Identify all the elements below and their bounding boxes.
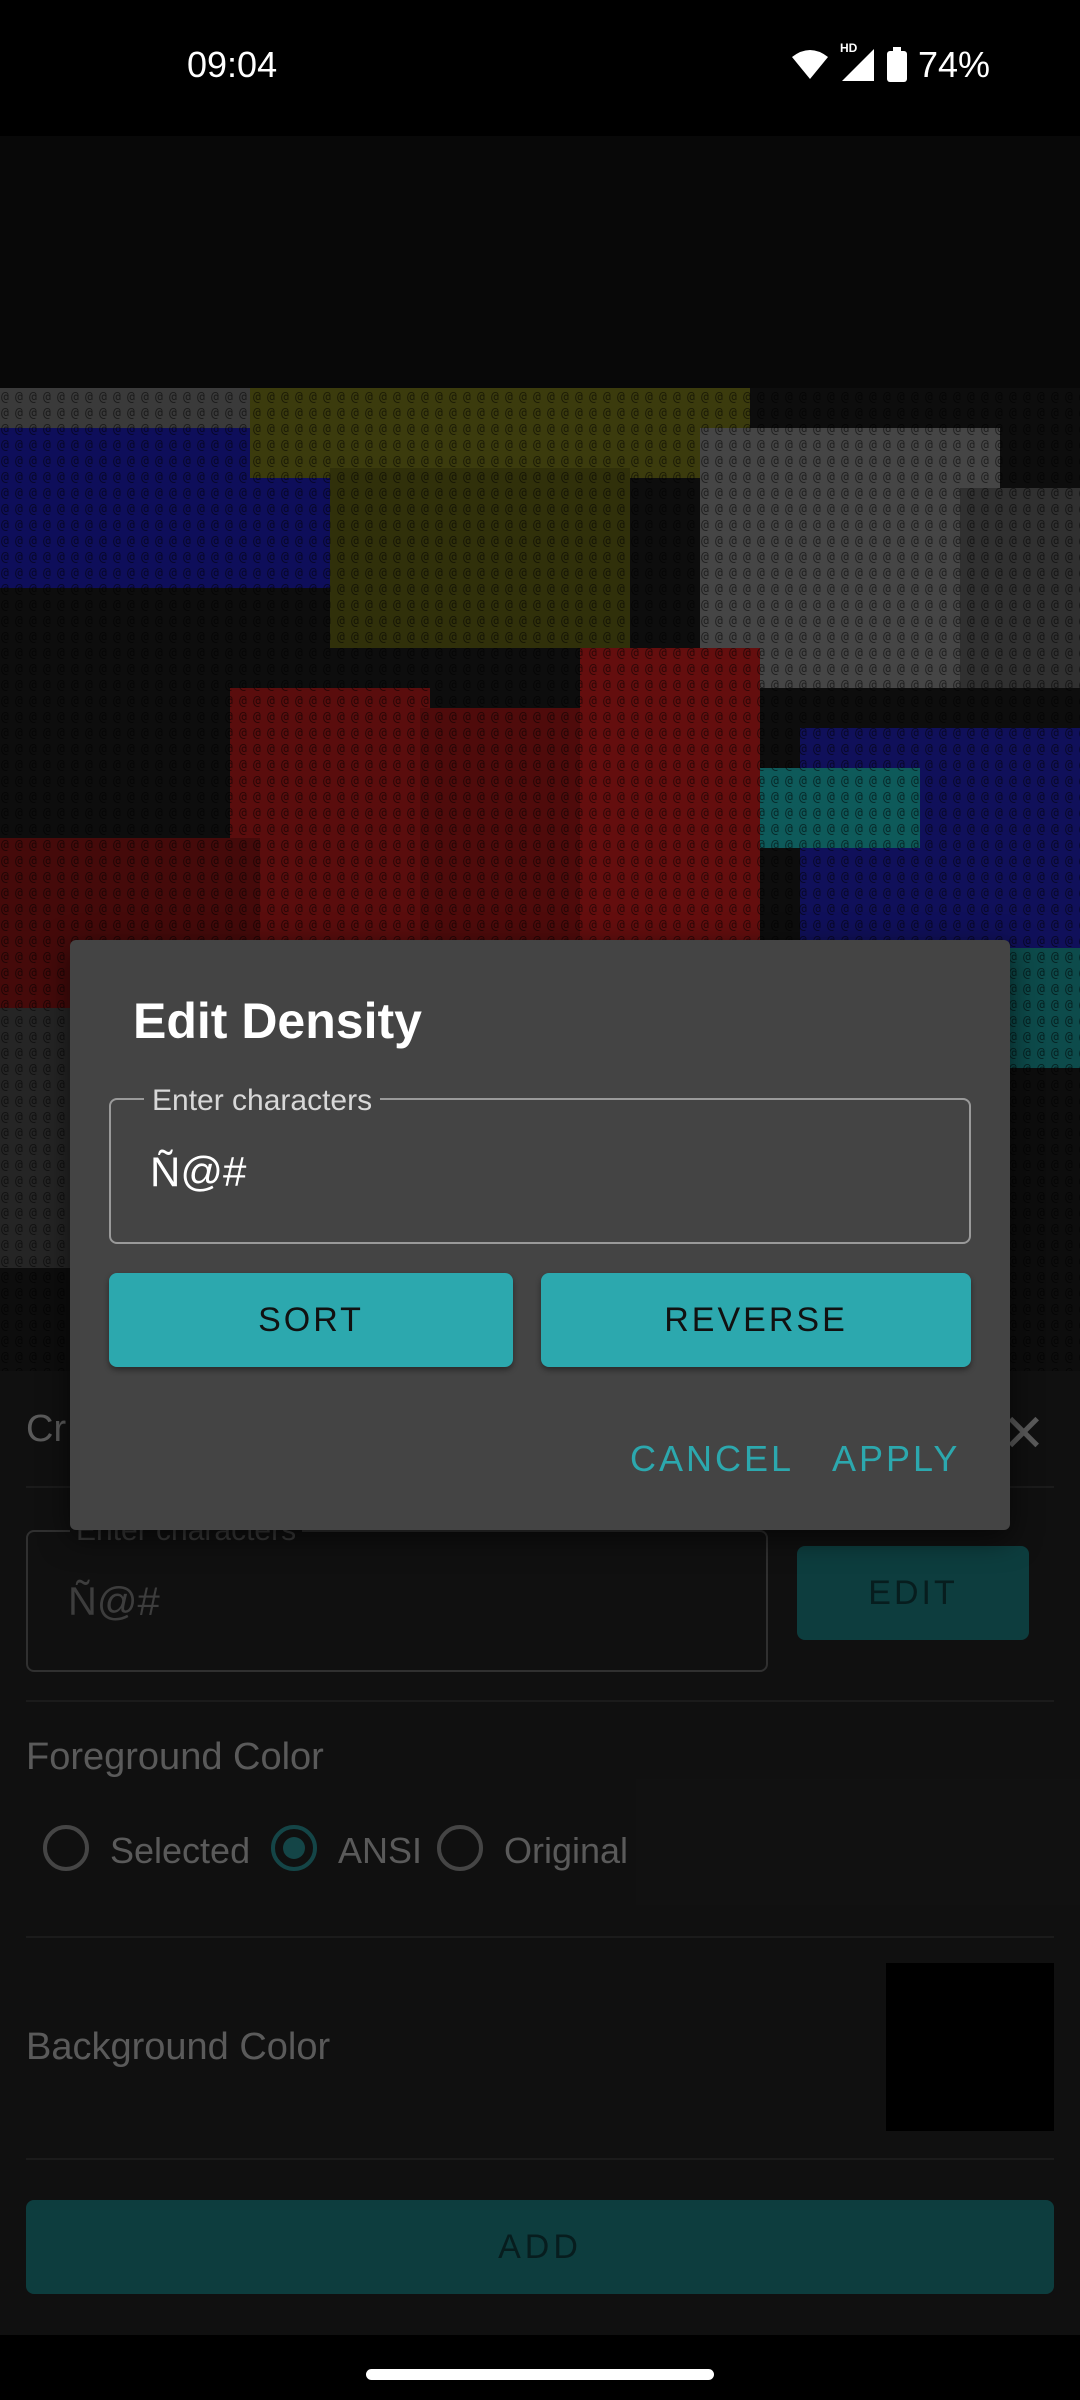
- cancel-button[interactable]: CANCEL: [630, 1438, 794, 1480]
- battery-icon: [886, 47, 907, 82]
- sort-button[interactable]: SORT: [109, 1273, 513, 1367]
- battery-percent: 74%: [917, 44, 990, 85]
- status-icons: HD 74%: [790, 41, 990, 86]
- network-badge: HD: [840, 41, 876, 83]
- navigation-bar: [0, 2335, 1080, 2400]
- wifi-icon: [791, 50, 828, 79]
- apply-button[interactable]: APPLY: [832, 1438, 960, 1480]
- reverse-button[interactable]: REVERSE: [541, 1273, 971, 1367]
- status-time: 09:04: [187, 44, 278, 85]
- dialog-title: Edit Density: [133, 993, 422, 1049]
- dialog-density-input-value: Ñ@#: [150, 1148, 247, 1195]
- dialog-density-input-label: Enter characters: [144, 1084, 381, 1118]
- home-gesture-handle[interactable]: [366, 2369, 714, 2380]
- hd-badge-text: HD: [839, 41, 858, 55]
